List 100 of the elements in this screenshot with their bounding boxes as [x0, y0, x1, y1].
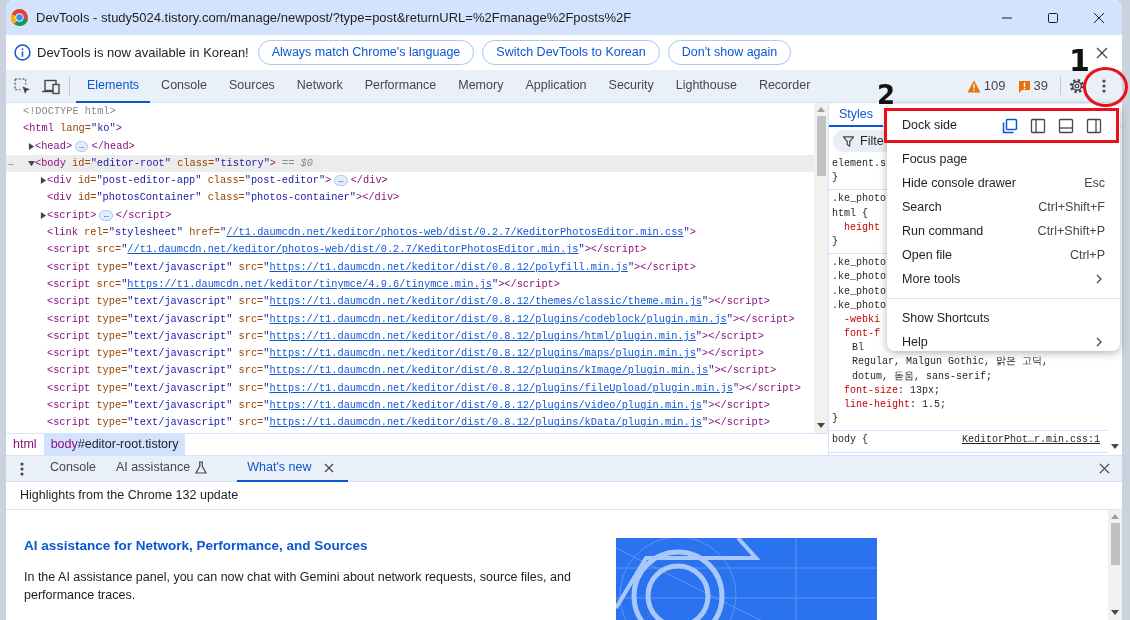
- menu-item[interactable]: Show Shortcuts: [887, 306, 1120, 330]
- element-markup: <html lang="ko">: [23, 121, 122, 137]
- css-selector: .ke_photo: [832, 192, 886, 207]
- element-markup: <link rel="stylesheet" href="//t1.daumcdn.net/keditor/photos-web/dist/0.2.7/KeditorPhotosEditor.min.css">: [47, 225, 696, 241]
- scroll-down-icon[interactable]: [817, 423, 825, 428]
- styles-tab[interactable]: Styles: [829, 103, 884, 127]
- tree-row[interactable]: <script> … </script>: [6, 206, 814, 225]
- inspect-icon[interactable]: [14, 77, 31, 95]
- chevron-right-icon: [1096, 274, 1102, 284]
- drawer-tab[interactable]: Console: [40, 455, 106, 482]
- scroll-down-icon[interactable]: [1111, 444, 1119, 449]
- menu-item[interactable]: Run command Ctrl+Shift+P: [887, 219, 1120, 243]
- tree-row[interactable]: <link rel="stylesheet" href="//t1.daumcdn.net/keditor/photos-web/dist/0.2.7/KeditorPhotosEditor.min.css">: [6, 224, 814, 242]
- collapse-triangle-icon[interactable]: [28, 160, 35, 168]
- source-link[interactable]: KeditorPhot…r.min.css:1: [961, 433, 1100, 448]
- dock-undock-icon[interactable]: [1002, 117, 1018, 134]
- infobar-button[interactable]: Switch DevTools to Korean: [482, 40, 660, 65]
- panel-tab[interactable]: Memory: [447, 69, 515, 103]
- tree-row[interactable]: <script type="text/javascript" src="https://t1.daumcdn.net/keditor/dist/0.8.12/plugins/video/plugin.min.js"></script>: [6, 397, 814, 415]
- drawer-tab[interactable]: AI assistance: [105, 455, 218, 482]
- expand-triangle-icon[interactable]: [40, 211, 47, 219]
- panel-tab[interactable]: Application: [514, 69, 598, 103]
- scrollbar-thumb[interactable]: [816, 116, 826, 176]
- element-markup: <script type="text/javascript" src="https://t1.daumcdn.net/keditor/dist/0.8.12/plugins/maps/plugin.min.js"></script>: [47, 346, 764, 362]
- tree-row[interactable]: <script src="https://t1.daumcdn.net/keditor/tinymce/4.9.6/tinymce.min.js"></script>: [6, 275, 814, 294]
- drawer-tab[interactable]: What's new: [237, 455, 349, 482]
- article-heading[interactable]: AI assistance for Network, Performance, and Sources: [24, 538, 616, 555]
- infobar-button[interactable]: Always match Chrome's language: [257, 40, 475, 65]
- tree-row[interactable]: <head> … </head>: [6, 137, 814, 155]
- tree-row[interactable]: <script type="text/javascript" src="https://t1.daumcdn.net/keditor/dist/0.8.12/plugins/maps/plugin.min.js"></script>: [6, 345, 814, 363]
- expand-triangle-icon[interactable]: [28, 142, 35, 150]
- tree-row[interactable]: <script src="//t1.daumcdn.net/keditor/photos-web/dist/0.2.7/KeditorPhotosEditor.min.js"></script>: [6, 241, 814, 259]
- menu-item[interactable]: More tools: [887, 267, 1120, 291]
- dock-bottom-icon[interactable]: [1058, 117, 1074, 134]
- expand-triangle-icon[interactable]: [40, 177, 47, 185]
- menu-item[interactable]: Focus page: [887, 147, 1120, 171]
- device-icon[interactable]: [42, 77, 60, 95]
- tree-row[interactable]: <script type="text/javascript" src="https://t1.daumcdn.net/keditor/dist/0.8.12/plugins/html/plugin.min.js"></script>: [6, 327, 814, 346]
- tree-row[interactable]: <script type="text/javascript" src="https://t1.daumcdn.net/keditor/dist/0.8.12/themes/classic/theme.min.js"></script>: [6, 293, 814, 311]
- css-selector: body {: [832, 433, 868, 448]
- more-options-icon[interactable]: [20, 461, 24, 476]
- tree-row[interactable]: <script type="text/javascript" src="https://t1.daumcdn.net/keditor/dist/0.8.12/plugins/fileUpload/plugin.min.js"></script>: [6, 379, 814, 398]
- scrollbar-thumb[interactable]: [1110, 523, 1120, 565]
- dock-right-icon[interactable]: [1086, 117, 1102, 134]
- menu-item[interactable]: Hide console drawer Esc: [887, 171, 1120, 195]
- row-actions-button[interactable]: …: [8, 157, 14, 168]
- panel-tab[interactable]: Performance: [353, 69, 448, 103]
- element-markup: </head>: [91, 138, 135, 154]
- close-icon[interactable]: [1098, 463, 1110, 474]
- scrollbar[interactable]: [1108, 510, 1122, 620]
- expand-ellipsis-button[interactable]: …: [99, 209, 113, 221]
- tree-row[interactable]: <script type="text/javascript" src="https://t1.daumcdn.net/keditor/dist/0.8.12/polyfill.min.js"></script>: [6, 258, 814, 276]
- dock-left-icon[interactable]: [1030, 117, 1046, 134]
- filter-icon: [843, 136, 854, 147]
- settings-icon[interactable]: [1069, 78, 1085, 94]
- panel-tab[interactable]: Console: [150, 69, 218, 103]
- style-property: line-height: 1.5;: [844, 398, 947, 412]
- tree-row[interactable]: <script type="text/javascript" src="https://t1.daumcdn.net/keditor/dist/0.8.12/plugins/kImage/plugin.min.js"></script>: [6, 362, 814, 380]
- panel-tab[interactable]: Elements: [76, 69, 151, 103]
- scrollbar[interactable]: [814, 103, 828, 433]
- issue-count: 109: [983, 77, 1006, 96]
- breadcrumb-item[interactable]: body#editor-root.tistory: [43, 434, 186, 455]
- style-property: font-f: [844, 327, 880, 342]
- tree-row[interactable]: … <body id="editor-root" class="tistory"> == $0: [6, 154, 814, 173]
- tree-row[interactable]: <div id="photosContainer" class="photos-container"></div>: [6, 189, 814, 207]
- css-text: dotum, 돋움, sans-serif;: [852, 369, 993, 384]
- element-markup: <script type="text/javascript" src="https://t1.daumcdn.net/keditor/dist/0.8.12/plugins/html/plugin.min.js"></script>: [47, 328, 764, 344]
- element-markup: <head>: [35, 138, 73, 154]
- element-markup: <script type="text/javascript" src="https://t1.daumcdn.net/keditor/dist/0.8.12/plugins/fileUpload/plugin.min.js"></script>: [47, 380, 801, 396]
- element-markup: <script type="text/javascript" src="https://t1.daumcdn.net/keditor/dist/0.8.12/plugins/codeblock/plugin.min.js"></script>: [47, 311, 795, 327]
- close-icon[interactable]: [1093, 11, 1105, 24]
- tree-row[interactable]: <script type="text/javascript" src="https://t1.daumcdn.net/keditor/dist/0.8.12/plugins/kData/plugin.min.js"></script>: [6, 414, 814, 432]
- issue-icon: [1017, 79, 1031, 93]
- element-markup: <script type="text/javascript" src="https://t1.daumcdn.net/keditor/dist/0.8.12/plugins/kImage/plugin.min.js"></script>: [47, 363, 777, 379]
- close-icon[interactable]: [324, 462, 335, 473]
- menu-item[interactable]: Help: [887, 330, 1120, 354]
- info-icon: [14, 44, 31, 61]
- window-title: DevTools - study5024.tistory.com/manage/newpost/?type=post&returnURL=%2Fmanage%2Fposts%2F: [36, 8, 632, 27]
- panel-tab[interactable]: Lighthouse: [664, 69, 748, 103]
- panel-tab[interactable]: Security: [597, 69, 665, 103]
- panel-tab[interactable]: Network: [285, 69, 354, 103]
- issue-count: 39: [1033, 77, 1048, 96]
- menu-item[interactable]: Open file Ctrl+P: [887, 243, 1120, 267]
- panel-tab[interactable]: Recorder: [747, 69, 822, 103]
- tree-row[interactable]: <!DOCTYPE html>: [6, 103, 814, 121]
- tree-row[interactable]: <div id="post-editor-app" class="post-editor"> … </div>: [6, 172, 814, 190]
- tree-row[interactable]: <html lang="ko">: [6, 120, 814, 138]
- menu-label: Dock side: [902, 117, 957, 135]
- tree-row[interactable]: <script type="text/javascript" src="https://t1.daumcdn.net/keditor/dist/0.8.12/plugins/codeblock/plugin.min.js"></script>: [6, 310, 814, 328]
- expand-ellipsis-button[interactable]: …: [75, 140, 89, 152]
- expand-ellipsis-button[interactable]: …: [334, 175, 348, 187]
- more-options-icon[interactable]: [1102, 79, 1106, 93]
- infobar-button[interactable]: Don't show again: [667, 40, 792, 65]
- breadcrumb-item[interactable]: html: [6, 434, 44, 455]
- scroll-down-icon[interactable]: [1111, 610, 1119, 615]
- maximize-icon[interactable]: [1047, 11, 1059, 24]
- css-selector: html {: [832, 206, 868, 221]
- menu-item[interactable]: Search Ctrl+Shift+F: [887, 195, 1120, 219]
- element-markup: <div id="photosContainer" class="photos-container"></div>: [47, 190, 400, 206]
- panel-tab[interactable]: Sources: [218, 69, 286, 103]
